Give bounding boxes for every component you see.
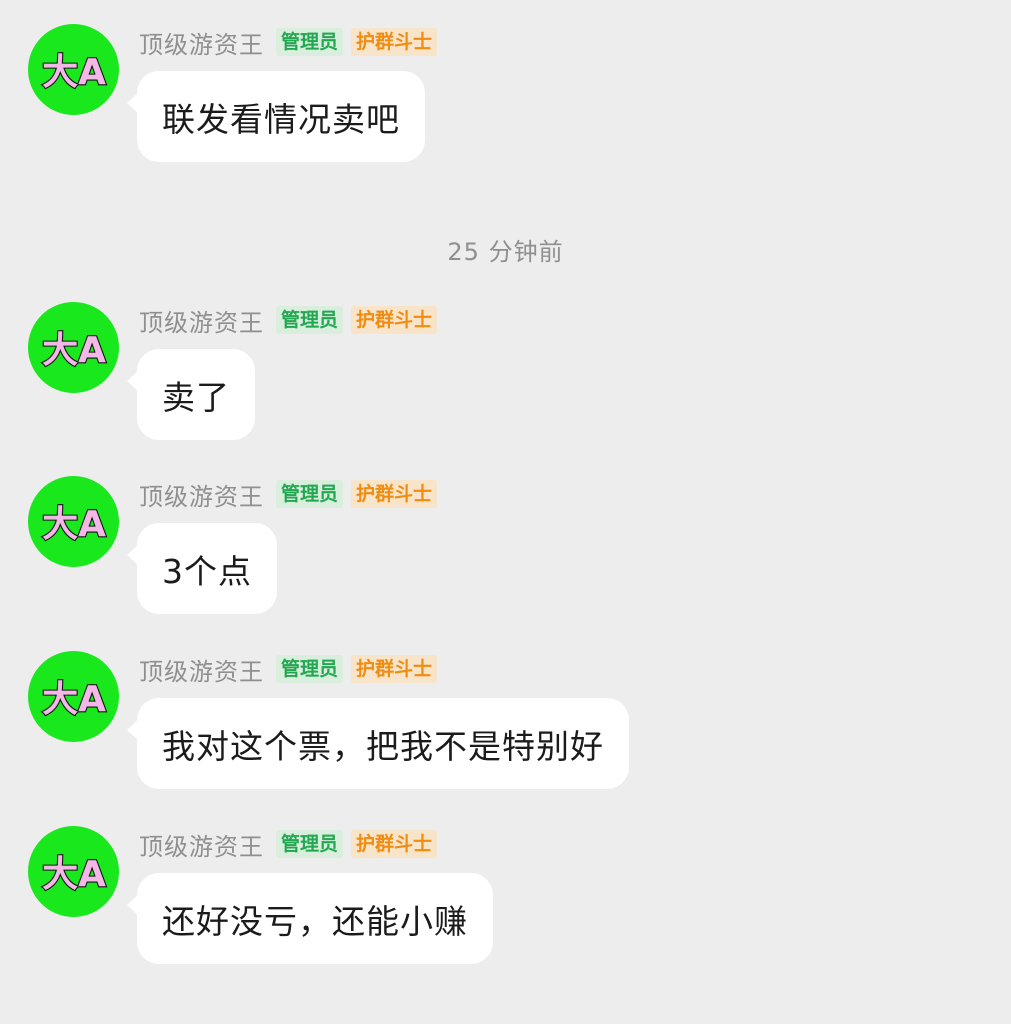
chat-message: 大A 顶级游资王 管理员 护群斗士 我对这个票，把我不是特别好 bbox=[0, 627, 1011, 789]
message-bubble[interactable]: 3个点 bbox=[127, 523, 277, 614]
avatar[interactable]: 大A bbox=[28, 651, 119, 742]
avatar-label: 大A bbox=[42, 504, 106, 544]
sender-name[interactable]: 顶级游资王 bbox=[139, 827, 264, 862]
group-fighter-badge: 护群斗士 bbox=[351, 28, 438, 56]
avatar-label: 大A bbox=[42, 52, 106, 92]
avatar-logo-icon: 大A bbox=[40, 50, 106, 92]
chat-message: 大A 顶级游资王 管理员 护群斗士 联发看情况卖吧 bbox=[0, 0, 1011, 162]
group-fighter-badge: 护群斗士 bbox=[351, 306, 438, 334]
chat-message: 大A 顶级游资王 管理员 护群斗士 卖了 bbox=[0, 278, 1011, 440]
admin-badge: 管理员 bbox=[276, 655, 344, 683]
message-bubble[interactable]: 我对这个票，把我不是特别好 bbox=[127, 698, 629, 789]
admin-badge: 管理员 bbox=[276, 28, 344, 56]
sender-name[interactable]: 顶级游资王 bbox=[139, 303, 264, 338]
avatar[interactable]: 大A bbox=[28, 826, 119, 917]
group-fighter-badge: 护群斗士 bbox=[351, 480, 438, 508]
avatar-label: 大A bbox=[42, 854, 106, 894]
message-bubble[interactable]: 联发看情况卖吧 bbox=[127, 71, 425, 162]
sender-name[interactable]: 顶级游资王 bbox=[139, 652, 264, 687]
chat-message-list[interactable]: 大A 顶级游资王 管理员 护群斗士 联发看情况卖吧 25 分钟前 大A 顶级游资… bbox=[0, 0, 1011, 1024]
message-header: 顶级游资王 管理员 护群斗士 bbox=[139, 827, 445, 862]
avatar[interactable]: 大A bbox=[28, 302, 119, 393]
chat-message: 大A 顶级游资王 管理员 护群斗士 3个点 bbox=[0, 452, 1011, 614]
avatar-label: 大A bbox=[42, 330, 106, 370]
sender-name[interactable]: 顶级游资王 bbox=[139, 477, 264, 512]
admin-badge: 管理员 bbox=[276, 480, 344, 508]
admin-badge: 管理员 bbox=[276, 830, 344, 858]
group-fighter-badge: 护群斗士 bbox=[351, 830, 438, 858]
chat-message: 大A 顶级游资王 管理员 护群斗士 还好没亏，还能小赚 bbox=[0, 802, 1011, 964]
message-bubble[interactable]: 卖了 bbox=[127, 349, 255, 440]
message-bubble[interactable]: 还好没亏，还能小赚 bbox=[127, 873, 493, 964]
avatar-logo-icon: 大A bbox=[40, 852, 106, 894]
avatar-logo-icon: 大A bbox=[40, 502, 106, 544]
sender-name[interactable]: 顶级游资王 bbox=[139, 25, 264, 60]
avatar-label: 大A bbox=[42, 679, 106, 719]
group-fighter-badge: 护群斗士 bbox=[351, 655, 438, 683]
timestamp-divider: 25 分钟前 bbox=[447, 238, 564, 266]
message-header: 顶级游资王 管理员 护群斗士 bbox=[139, 303, 445, 338]
avatar-logo-icon: 大A bbox=[40, 328, 106, 370]
avatar[interactable]: 大A bbox=[28, 24, 119, 115]
message-header: 顶级游资王 管理员 护群斗士 bbox=[139, 652, 445, 687]
message-header: 顶级游资王 管理员 护群斗士 bbox=[139, 25, 445, 60]
admin-badge: 管理员 bbox=[276, 306, 344, 334]
avatar[interactable]: 大A bbox=[28, 476, 119, 567]
avatar-logo-icon: 大A bbox=[40, 677, 106, 719]
message-header: 顶级游资王 管理员 护群斗士 bbox=[139, 477, 445, 512]
